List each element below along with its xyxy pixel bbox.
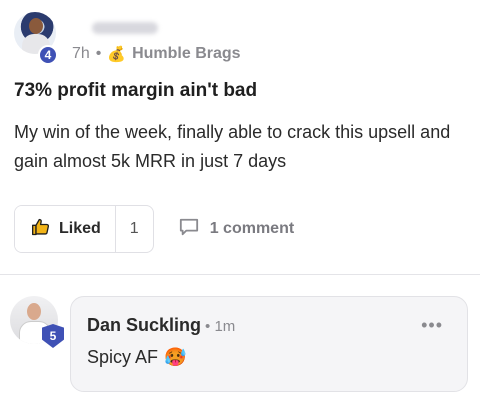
- like-group: Liked 1: [14, 205, 154, 253]
- comment-text: Spicy AF 🥵: [87, 347, 186, 368]
- post-category[interactable]: Humble Brags: [132, 45, 240, 63]
- post-time: 7h: [72, 45, 90, 62]
- post-title[interactable]: 73% profit margin ain't bad: [14, 80, 257, 102]
- post: 4 7h • 💰 Humble Brags 73% profit margin …: [0, 0, 480, 275]
- comment-time-value: 1m: [214, 318, 236, 335]
- post-meta: 7h • 💰 Humble Brags: [72, 45, 241, 63]
- comments-button[interactable]: 1 comment: [178, 217, 294, 242]
- post-body: My win of the week, finally able to crac…: [14, 122, 451, 171]
- comment-separator: •: [205, 318, 211, 335]
- more-options-icon[interactable]: •••: [421, 315, 443, 336]
- commenter-name[interactable]: Dan Suckling: [87, 315, 201, 336]
- commenter-level-badge: 5: [42, 324, 64, 348]
- comment-card: Dan Suckling • 1m ••• Spicy AF 🥵: [70, 296, 468, 392]
- author-name-blurred[interactable]: [92, 22, 158, 34]
- comment-time: • 1m: [205, 318, 235, 335]
- comment-body: Spicy AF: [87, 347, 159, 367]
- commenter-avatar-wrap[interactable]: 5: [10, 296, 64, 352]
- thumbs-up-icon: [31, 217, 51, 242]
- money-bag-icon: 💰: [107, 46, 127, 63]
- author-avatar-wrap[interactable]: 4: [14, 12, 60, 65]
- comments-label: 1 comment: [209, 220, 295, 237]
- avatar-head: [27, 303, 41, 320]
- like-label: Liked: [59, 220, 101, 237]
- like-button[interactable]: Liked: [15, 206, 115, 252]
- avatar-head: [29, 18, 43, 34]
- comment-bubble-icon: [178, 217, 200, 242]
- meta-separator: •: [95, 45, 102, 62]
- like-count[interactable]: 1: [114, 206, 153, 252]
- post-actions: Liked 1 1 comment: [14, 205, 294, 253]
- author-level-badge: 4: [38, 45, 58, 65]
- section-divider: [0, 274, 480, 275]
- hot-face-emoji-icon: 🥵: [164, 347, 187, 367]
